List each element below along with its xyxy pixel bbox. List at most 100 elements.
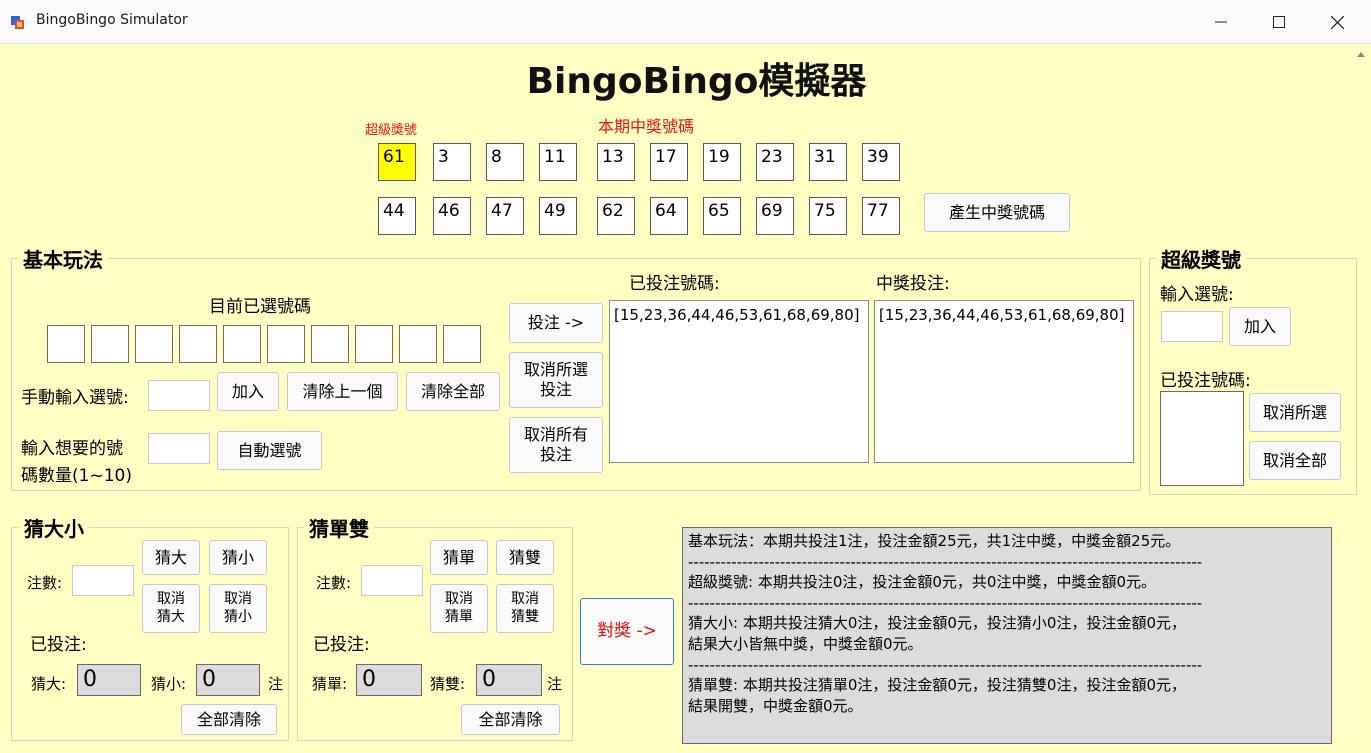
number-count-label-line2: 碼數量(1~10) — [21, 466, 132, 486]
selected-number-slot — [399, 325, 437, 363]
winning-number-box: 65 — [703, 197, 741, 235]
clear-last-button[interactable]: 清除上一個 — [287, 372, 398, 411]
even-count-label: 猜雙: — [430, 675, 466, 693]
winning-number-box: 23 — [756, 143, 794, 181]
cancel-selected-bet-button[interactable]: 取消所選 投注 — [509, 352, 603, 408]
big-count-label: 猜大: — [31, 675, 67, 693]
cancel-big-button[interactable]: 取消 猜大 — [142, 584, 200, 633]
window-title: BingoBingo Simulator — [36, 12, 188, 28]
big-small-count-label: 注數: — [27, 574, 63, 592]
winning-number-box: 49 — [539, 197, 577, 235]
super-number-label: 超級獎號 — [365, 123, 418, 138]
selected-number-slot — [311, 325, 349, 363]
big-small-count-input[interactable] — [72, 565, 134, 596]
result-big-small: 猜大小: 本期共投注猜大0注，投注金額0元，投注猜小0注，投注金額0元， — [688, 614, 1186, 633]
maximize-button[interactable] — [1250, 0, 1308, 44]
super-placed-list[interactable] — [1160, 391, 1244, 486]
bet-big-button[interactable]: 猜大 — [142, 540, 200, 575]
big-small-placed-label: 已投注: — [30, 635, 87, 655]
manual-input-label: 手動輸入選號: — [21, 388, 129, 408]
placed-bets-list[interactable]: [15,23,36,44,46,53,61,68,69,80] — [609, 300, 869, 463]
result-big-small-outcome: 結果大小皆無中獎，中獎金額0元。 — [688, 634, 923, 653]
selected-number-slot — [443, 325, 481, 363]
odd-even-unit: 注 — [547, 675, 563, 693]
app-icon — [11, 16, 24, 29]
result-super: 超級獎號: 本期共投注0注，投注金額0元，共0注中獎，中獎金額0元。 — [688, 573, 1156, 592]
winning-bets-label: 中獎投注: — [876, 274, 950, 294]
super-cancel-all-button[interactable]: 取消全部 — [1249, 441, 1341, 480]
big-small-clear-button[interactable]: 全部清除 — [181, 704, 277, 735]
cancel-odd-button[interactable]: 取消 猜單 — [430, 584, 488, 633]
big-small-unit: 注 — [268, 675, 284, 693]
cancel-even-button[interactable]: 取消 猜雙 — [496, 584, 554, 633]
winning-number-box: 31 — [809, 143, 847, 181]
list-item[interactable]: [15,23,36,44,46,53,61,68,69,80] — [879, 306, 1129, 324]
winning-number-box: 75 — [809, 197, 847, 235]
generate-numbers-button[interactable]: 產生中獎號碼 — [924, 193, 1070, 232]
placed-bets-label: 已投注號碼: — [629, 274, 720, 294]
auto-pick-button[interactable]: 自動選號 — [217, 431, 322, 470]
list-item[interactable]: [15,23,36,44,46,53,61,68,69,80] — [614, 306, 864, 324]
winning-number-box: 69 — [756, 197, 794, 235]
selected-number-slot — [47, 325, 85, 363]
selected-numbers-label: 目前已選號碼 — [209, 297, 311, 317]
minimize-button[interactable] — [1192, 0, 1250, 44]
basic-play-title: 基本玩法 — [18, 244, 108, 273]
check-results-button[interactable]: 對獎 -> — [580, 598, 674, 665]
super-input-label: 輸入選號: — [1160, 285, 1234, 305]
clear-all-button[interactable]: 清除全部 — [406, 372, 500, 411]
selected-number-slot — [135, 325, 173, 363]
result-separator: ----------------------------------------… — [688, 593, 1203, 612]
odd-even-count-label: 注數: — [316, 574, 352, 592]
bet-button[interactable]: 投注 -> — [509, 303, 603, 343]
bet-odd-button[interactable]: 猜單 — [430, 540, 488, 575]
result-odd-even: 猜單雙: 本期共投注猜單0注，投注金額0元，投注猜雙0注，投注金額0元， — [688, 676, 1186, 695]
selected-number-slot — [355, 325, 393, 363]
super-number-input[interactable] — [1161, 311, 1223, 342]
number-count-input[interactable] — [148, 433, 210, 464]
results-box: 基本玩法：本期共投注1注，投注金額25元，共1注中獎，中獎金額25元。 ----… — [682, 527, 1332, 744]
selected-number-slot — [179, 325, 217, 363]
cancel-all-bets-line1: 取消所有 — [523, 425, 588, 444]
result-basic: 基本玩法：本期共投注1注，投注金額25元，共1注中獎，中獎金額25元。 — [688, 532, 1181, 550]
bet-small-button[interactable]: 猜小 — [209, 540, 267, 575]
cancel-small-button[interactable]: 取消 猜小 — [209, 584, 267, 633]
selected-number-slot — [223, 325, 261, 363]
winning-numbers-label: 本期中獎號碼 — [598, 117, 695, 136]
cancel-even-line1: 取消 — [511, 591, 539, 607]
super-placed-label: 已投注號碼: — [1160, 371, 1251, 391]
cancel-selected-bet-line2: 投注 — [539, 380, 572, 399]
super-number-box: 61 — [378, 143, 416, 181]
winning-number-box: 64 — [650, 197, 688, 235]
winning-number-box: 17 — [650, 143, 688, 181]
cancel-all-bets-button[interactable]: 取消所有 投注 — [509, 417, 603, 473]
odd-even-count-input[interactable] — [361, 565, 423, 596]
winning-number-box: 8 — [486, 143, 524, 181]
winning-number-box: 77 — [862, 197, 900, 235]
window-scrollbar[interactable] — [1356, 44, 1371, 753]
bet-even-button[interactable]: 猜雙 — [496, 540, 554, 575]
winning-number-box: 11 — [539, 143, 577, 181]
page-title: BingoBingo模擬器 — [526, 61, 867, 102]
cancel-odd-line1: 取消 — [445, 591, 473, 607]
cancel-big-line1: 取消 — [157, 591, 185, 607]
winning-number-box: 19 — [703, 143, 741, 181]
winning-number-box: 3 — [433, 143, 471, 181]
odd-even-clear-button[interactable]: 全部清除 — [461, 704, 560, 735]
even-count-value: 0 — [476, 664, 542, 696]
super-cancel-selected-button[interactable]: 取消所選 — [1249, 393, 1341, 432]
selected-number-slot — [267, 325, 305, 363]
add-number-button[interactable]: 加入 — [217, 372, 279, 411]
close-button[interactable] — [1308, 0, 1366, 44]
cancel-small-line1: 取消 — [224, 591, 252, 607]
winning-number-box: 44 — [378, 197, 416, 235]
maximize-icon — [1273, 16, 1285, 28]
winning-number-box: 47 — [486, 197, 524, 235]
winning-number-box: 39 — [862, 143, 900, 181]
manual-number-input[interactable] — [148, 380, 210, 411]
cancel-even-line2: 猜雙 — [511, 608, 539, 625]
cancel-small-line2: 猜小 — [224, 608, 252, 625]
winning-number-box: 13 — [597, 143, 635, 181]
winning-bets-list[interactable]: [15,23,36,44,46,53,61,68,69,80] — [874, 300, 1134, 463]
super-add-button[interactable]: 加入 — [1229, 307, 1291, 346]
